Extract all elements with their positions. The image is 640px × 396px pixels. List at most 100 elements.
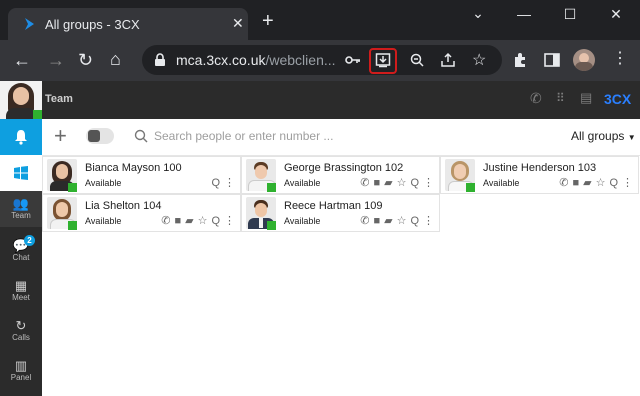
call-icon[interactable]: ✆ bbox=[161, 214, 170, 227]
video-icon[interactable]: ■ bbox=[373, 177, 380, 189]
browser-tab[interactable]: All groups - 3CX ✕ bbox=[8, 8, 248, 40]
url-text[interactable]: mca.3cx.co.uk/webclien... bbox=[176, 52, 336, 68]
windows-icon bbox=[14, 166, 28, 180]
side-panel-icon[interactable] bbox=[544, 53, 560, 67]
contact-card[interactable]: Justine Henderson 103 Available ✆ ■ ▰ ☆ … bbox=[440, 156, 639, 194]
dialpad-icon[interactable]: ⠿ bbox=[556, 91, 565, 105]
toolbar-row: + Search people or enter number ... All … bbox=[42, 119, 640, 156]
install-highlight-box bbox=[369, 48, 397, 74]
notifications-button[interactable] bbox=[0, 119, 42, 155]
call-icon[interactable]: ✆ bbox=[360, 176, 369, 189]
back-icon[interactable]: ← bbox=[13, 51, 31, 69]
forward-icon[interactable]: → bbox=[47, 51, 65, 69]
status-indicator bbox=[267, 183, 276, 192]
search-input[interactable]: Search people or enter number ... bbox=[154, 129, 333, 143]
more-icon[interactable]: ⋮ bbox=[423, 176, 434, 189]
sidebar-item-label: Meet bbox=[12, 293, 30, 302]
chat-icon: 💬 bbox=[12, 238, 30, 253]
sidebar-item-meet[interactable]: ▦ Meet bbox=[0, 273, 42, 309]
browser-titlebar: All groups - 3CX ✕ + ⌄ — ☐ ✕ bbox=[0, 0, 640, 40]
sidebar-item-label: Panel bbox=[10, 373, 32, 382]
extensions-icon[interactable] bbox=[512, 52, 528, 68]
phonebook-icon[interactable]: ▤ bbox=[580, 90, 592, 106]
tab-close-icon[interactable]: ✕ bbox=[232, 16, 244, 30]
groups-dropdown[interactable]: All groups ▼ bbox=[571, 129, 636, 143]
contact-status: Available bbox=[483, 178, 520, 188]
search-icon bbox=[134, 129, 148, 143]
sidebar-item-team[interactable]: 👥 Team bbox=[0, 191, 42, 227]
favorite-star-icon[interactable]: ☆ bbox=[596, 176, 606, 189]
video-icon[interactable]: ■ bbox=[572, 177, 579, 189]
key-icon[interactable] bbox=[345, 54, 361, 66]
new-tab-button[interactable]: + bbox=[262, 11, 274, 31]
contact-card[interactable]: Lia Shelton 104 Available ✆ ■ ▰ ☆ Q ⋮ bbox=[42, 194, 241, 232]
video-icon[interactable]: ■ bbox=[174, 215, 181, 227]
call-icon[interactable]: ✆ bbox=[360, 214, 369, 227]
contact-name: George Brassington 102 bbox=[284, 162, 404, 174]
chat-icon[interactable]: ▰ bbox=[185, 214, 193, 227]
contact-card-icon bbox=[88, 130, 100, 142]
left-sidebar: 👥 Team 💬 Chat 2 ▦ Meet ↻ Calls ▥ Panel bbox=[0, 81, 42, 396]
add-contact-button[interactable]: + bbox=[54, 125, 67, 147]
profile-avatar[interactable] bbox=[573, 49, 595, 71]
favorite-star-icon[interactable]: ☆ bbox=[198, 214, 208, 227]
browser-toolbar: ← → ↻ ⌂ mca.3cx.co.uk/webclien... ☆ ⋮ bbox=[0, 40, 640, 81]
more-icon[interactable]: ⋮ bbox=[622, 176, 633, 189]
sidebar-item-calls[interactable]: ↻ Calls bbox=[0, 313, 42, 349]
calls-icon: ↻ bbox=[15, 318, 27, 333]
status-indicator bbox=[33, 110, 42, 119]
more-icon[interactable]: ⋮ bbox=[224, 176, 235, 189]
minimize-icon[interactable]: — bbox=[514, 6, 534, 22]
more-icon[interactable]: ⋮ bbox=[224, 214, 235, 227]
contact-actions: ✆ ■ ▰ ☆ Q ⋮ bbox=[559, 176, 633, 190]
tab-search-icon[interactable]: ⌄ bbox=[468, 5, 488, 22]
brand-logo: 3CX bbox=[604, 91, 632, 107]
share-icon[interactable] bbox=[440, 52, 456, 68]
sidebar-item-chat[interactable]: 💬 Chat 2 bbox=[0, 233, 42, 269]
chrome-menu-icon[interactable]: ⋮ bbox=[612, 51, 628, 67]
contact-card[interactable]: George Brassington 102 Available ✆ ■ ▰ ☆… bbox=[241, 156, 440, 194]
bookmark-star-icon[interactable]: ☆ bbox=[472, 50, 486, 70]
sidebar-item-panel[interactable]: ▥ Panel bbox=[0, 353, 42, 389]
call-icon[interactable]: ✆ bbox=[559, 176, 568, 189]
windows-app-button[interactable] bbox=[0, 155, 42, 191]
status-indicator bbox=[466, 183, 475, 192]
caret-down-icon: ▼ bbox=[627, 133, 636, 142]
contact-name: Bianca Mayson 100 bbox=[85, 162, 182, 174]
contact-name: Justine Henderson 103 bbox=[483, 162, 597, 174]
contact-card[interactable]: Bianca Mayson 100 Available Q ⋮ bbox=[42, 156, 241, 194]
zoom-out-icon[interactable] bbox=[410, 53, 424, 67]
contact-toggle[interactable] bbox=[86, 128, 114, 144]
chat-icon[interactable]: ▰ bbox=[384, 176, 392, 189]
user-avatar[interactable] bbox=[0, 81, 42, 119]
webclient-app: 👥 Team 💬 Chat 2 ▦ Meet ↻ Calls ▥ Panel T… bbox=[0, 81, 640, 396]
favorite-star-icon[interactable]: ☆ bbox=[397, 214, 407, 227]
queue-icon[interactable]: Q bbox=[410, 215, 419, 227]
queue-icon[interactable]: Q bbox=[211, 177, 220, 189]
queue-icon[interactable]: Q bbox=[410, 177, 419, 189]
contact-status: Available bbox=[284, 178, 321, 188]
contact-name: Lia Shelton 104 bbox=[85, 200, 162, 212]
sidebar-item-label: Team bbox=[11, 211, 31, 220]
chat-unread-badge: 2 bbox=[24, 235, 35, 246]
queue-icon[interactable]: Q bbox=[609, 177, 618, 189]
more-icon[interactable]: ⋮ bbox=[423, 214, 434, 227]
chat-icon[interactable]: ▰ bbox=[583, 176, 591, 189]
chat-icon[interactable]: ▰ bbox=[384, 214, 392, 227]
favorite-star-icon[interactable]: ☆ bbox=[397, 176, 407, 189]
team-icon: 👥 bbox=[12, 196, 30, 211]
close-window-icon[interactable]: ✕ bbox=[606, 6, 626, 23]
queue-icon[interactable]: Q bbox=[211, 215, 220, 227]
contact-actions: ✆ ■ ▰ ☆ Q ⋮ bbox=[360, 214, 434, 228]
maximize-icon[interactable]: ☐ bbox=[560, 6, 580, 23]
lock-icon[interactable] bbox=[154, 53, 166, 67]
address-bar[interactable]: mca.3cx.co.uk/webclien... ☆ bbox=[142, 45, 502, 75]
reload-icon[interactable]: ↻ bbox=[78, 51, 93, 69]
app-header: Team ✆ ⠿ ▤ 3CX bbox=[42, 81, 640, 119]
3cx-favicon-icon bbox=[25, 18, 34, 30]
page-title: Team bbox=[45, 93, 73, 105]
contact-card[interactable]: Reece Hartman 109 Available ✆ ■ ▰ ☆ Q ⋮ bbox=[241, 194, 440, 232]
video-icon[interactable]: ■ bbox=[373, 215, 380, 227]
home-icon[interactable]: ⌂ bbox=[110, 50, 121, 68]
phone-status-icon[interactable]: ✆ bbox=[530, 90, 542, 107]
